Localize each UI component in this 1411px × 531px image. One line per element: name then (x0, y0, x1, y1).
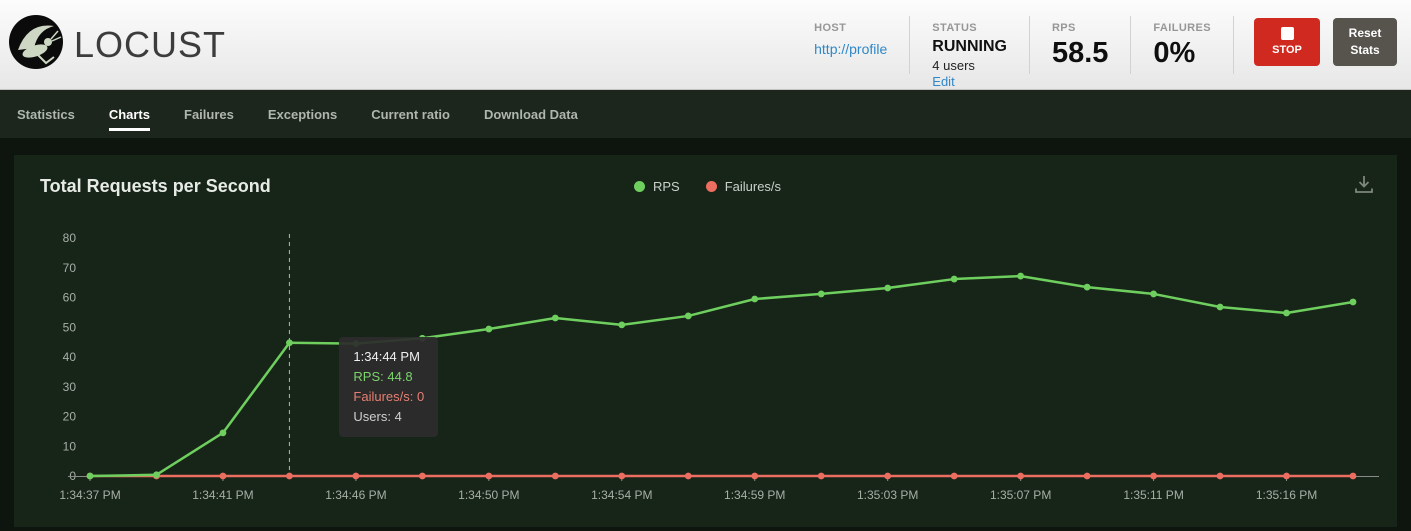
chart-body: 010203040506070801:34:37 PM1:34:41 PM1:3… (28, 218, 1381, 519)
status-section: STATUS RUNNING 4 users Edit (910, 16, 1030, 74)
reset-stats-button[interactable]: Reset Stats (1333, 18, 1397, 66)
failures-legend-label: Failures/s (725, 179, 781, 194)
svg-text:1:35:16 PM: 1:35:16 PM (1256, 488, 1317, 502)
user-count: 4 users (932, 58, 1007, 73)
status-value: RUNNING (932, 38, 1007, 56)
svg-text:1:34:37 PM: 1:34:37 PM (59, 488, 120, 502)
tab-current-ratio[interactable]: Current ratio (371, 90, 450, 138)
main-nav: Statistics Charts Failures Exceptions Cu… (0, 90, 1411, 138)
header-info: HOST http://profile STATUS RUNNING 4 use… (792, 16, 1397, 74)
rps-chart[interactable]: 010203040506070801:34:37 PM1:34:41 PM1:3… (28, 218, 1379, 514)
download-chart-icon[interactable] (1353, 173, 1375, 200)
svg-text:1:35:03 PM: 1:35:03 PM (857, 488, 918, 502)
legend-item-failures[interactable]: Failures/s (706, 179, 781, 194)
svg-text:80: 80 (63, 231, 77, 245)
tab-download-data[interactable]: Download Data (484, 90, 578, 138)
svg-text:1:34:54 PM: 1:34:54 PM (591, 488, 652, 502)
brand[interactable]: LOCUST (8, 14, 226, 75)
chart-header-actions (781, 173, 1375, 200)
stop-button[interactable]: STOP (1254, 18, 1320, 66)
tab-failures[interactable]: Failures (184, 90, 234, 138)
reset-stats-label: Reset Stats (1349, 26, 1382, 56)
svg-text:1:34:59 PM: 1:34:59 PM (724, 488, 785, 502)
brand-title: LOCUST (74, 24, 226, 66)
svg-text:30: 30 (63, 380, 77, 394)
edit-users-link[interactable]: Edit (932, 74, 954, 89)
host-label: HOST (814, 22, 887, 34)
chart-panel: Total Requests per Second RPS Failures/s… (14, 155, 1397, 527)
svg-text:10: 10 (63, 439, 77, 453)
tab-exceptions[interactable]: Exceptions (268, 90, 337, 138)
svg-text:1:34:50 PM: 1:34:50 PM (458, 488, 519, 502)
rps-legend-dot-icon (634, 181, 645, 192)
chart-legend: RPS Failures/s (634, 179, 781, 194)
rps-label: RPS (1052, 22, 1108, 34)
svg-text:1:34:41 PM: 1:34:41 PM (192, 488, 253, 502)
chart-title: Total Requests per Second (40, 176, 634, 197)
tab-statistics[interactable]: Statistics (17, 90, 75, 138)
rps-value: 58.5 (1052, 37, 1108, 70)
svg-text:60: 60 (63, 291, 77, 305)
host-section: HOST http://profile (792, 16, 910, 74)
svg-text:70: 70 (63, 261, 77, 275)
svg-text:50: 50 (63, 320, 77, 334)
svg-text:1:35:07 PM: 1:35:07 PM (990, 488, 1051, 502)
status-label: STATUS (932, 22, 1007, 34)
stop-button-label: STOP (1272, 44, 1302, 56)
host-link[interactable]: http://profile (814, 41, 887, 57)
failures-section: FAILURES 0% (1131, 16, 1234, 74)
header-buttons: STOP Reset Stats (1254, 16, 1397, 66)
chart-panel-header: Total Requests per Second RPS Failures/s (14, 155, 1397, 208)
svg-text:40: 40 (63, 350, 77, 364)
legend-item-rps[interactable]: RPS (634, 179, 680, 194)
stop-icon (1281, 27, 1294, 40)
failures-value: 0% (1153, 37, 1211, 70)
locust-logo-icon (8, 14, 64, 75)
tab-charts[interactable]: Charts (109, 90, 150, 138)
header: LOCUST HOST http://profile STATUS RUNNIN… (0, 0, 1411, 90)
rps-legend-label: RPS (653, 179, 680, 194)
rps-section: RPS 58.5 (1030, 16, 1131, 74)
svg-text:20: 20 (63, 410, 77, 424)
failures-label: FAILURES (1153, 22, 1211, 34)
failures-legend-dot-icon (706, 181, 717, 192)
svg-text:1:35:11 PM: 1:35:11 PM (1123, 488, 1183, 502)
svg-text:1:34:46 PM: 1:34:46 PM (325, 488, 386, 502)
